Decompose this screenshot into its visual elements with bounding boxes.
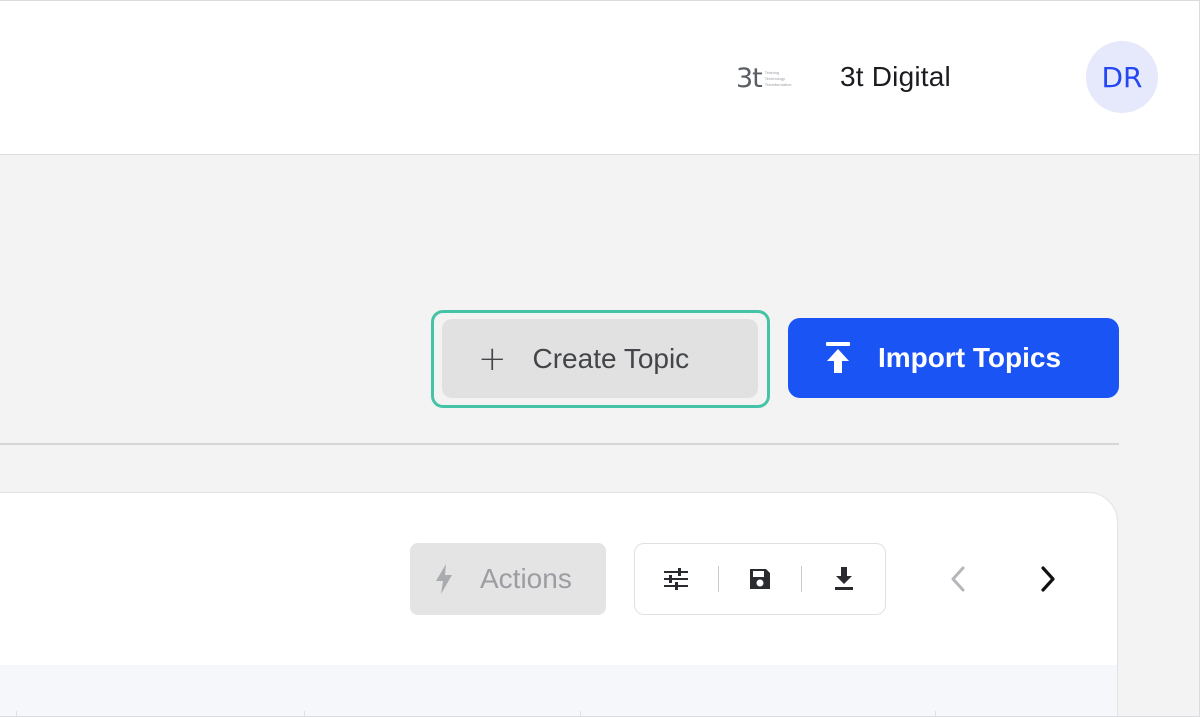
plus-icon: +	[478, 338, 507, 379]
sliders-icon	[664, 568, 689, 590]
column-divider	[304, 711, 305, 716]
table-header-row	[0, 665, 1117, 716]
column-divider	[580, 711, 581, 716]
next-page-button[interactable]	[1026, 557, 1070, 601]
upload-icon	[826, 342, 850, 373]
org-logo-tagline-line: Technology	[764, 75, 786, 81]
import-topics-label: Import Topics	[878, 342, 1062, 373]
save-view-button[interactable]	[719, 544, 802, 614]
previous-page-button[interactable]	[936, 557, 980, 601]
download-button[interactable]	[802, 544, 885, 614]
top-header: 3t Training Technology Transformation 3t…	[0, 1, 1199, 155]
chevron-right-icon	[1041, 566, 1055, 592]
column-divider	[16, 711, 17, 716]
org-logo-tagline: Training Technology Transformation	[765, 70, 792, 87]
create-topic-label: Create Topic	[532, 342, 690, 374]
section-divider	[0, 443, 1119, 445]
lightning-icon	[436, 564, 452, 594]
organization-name[interactable]: 3t Digital	[840, 61, 951, 93]
chevron-left-icon	[951, 566, 965, 592]
download-icon	[834, 567, 853, 590]
column-divider	[935, 711, 936, 716]
org-logo-tagline-line: Transformation	[764, 81, 792, 87]
save-icon	[750, 569, 770, 589]
import-topics-button[interactable]: Import Topics	[788, 318, 1119, 398]
table-tool-group	[634, 543, 886, 615]
column-settings-button[interactable]	[635, 544, 718, 614]
actions-button[interactable]: Actions	[410, 543, 606, 615]
org-logo: 3t Training Technology Transformation	[736, 61, 816, 95]
create-topic-button[interactable]: + Create Topic	[442, 319, 758, 398]
actions-label: Actions	[480, 563, 572, 594]
org-logo-mark: 3t	[736, 62, 763, 94]
app-frame: 3t Training Technology Transformation 3t…	[0, 0, 1200, 717]
org-logo-tagline-line: Training	[764, 69, 780, 75]
user-avatar[interactable]: DR	[1086, 41, 1158, 113]
